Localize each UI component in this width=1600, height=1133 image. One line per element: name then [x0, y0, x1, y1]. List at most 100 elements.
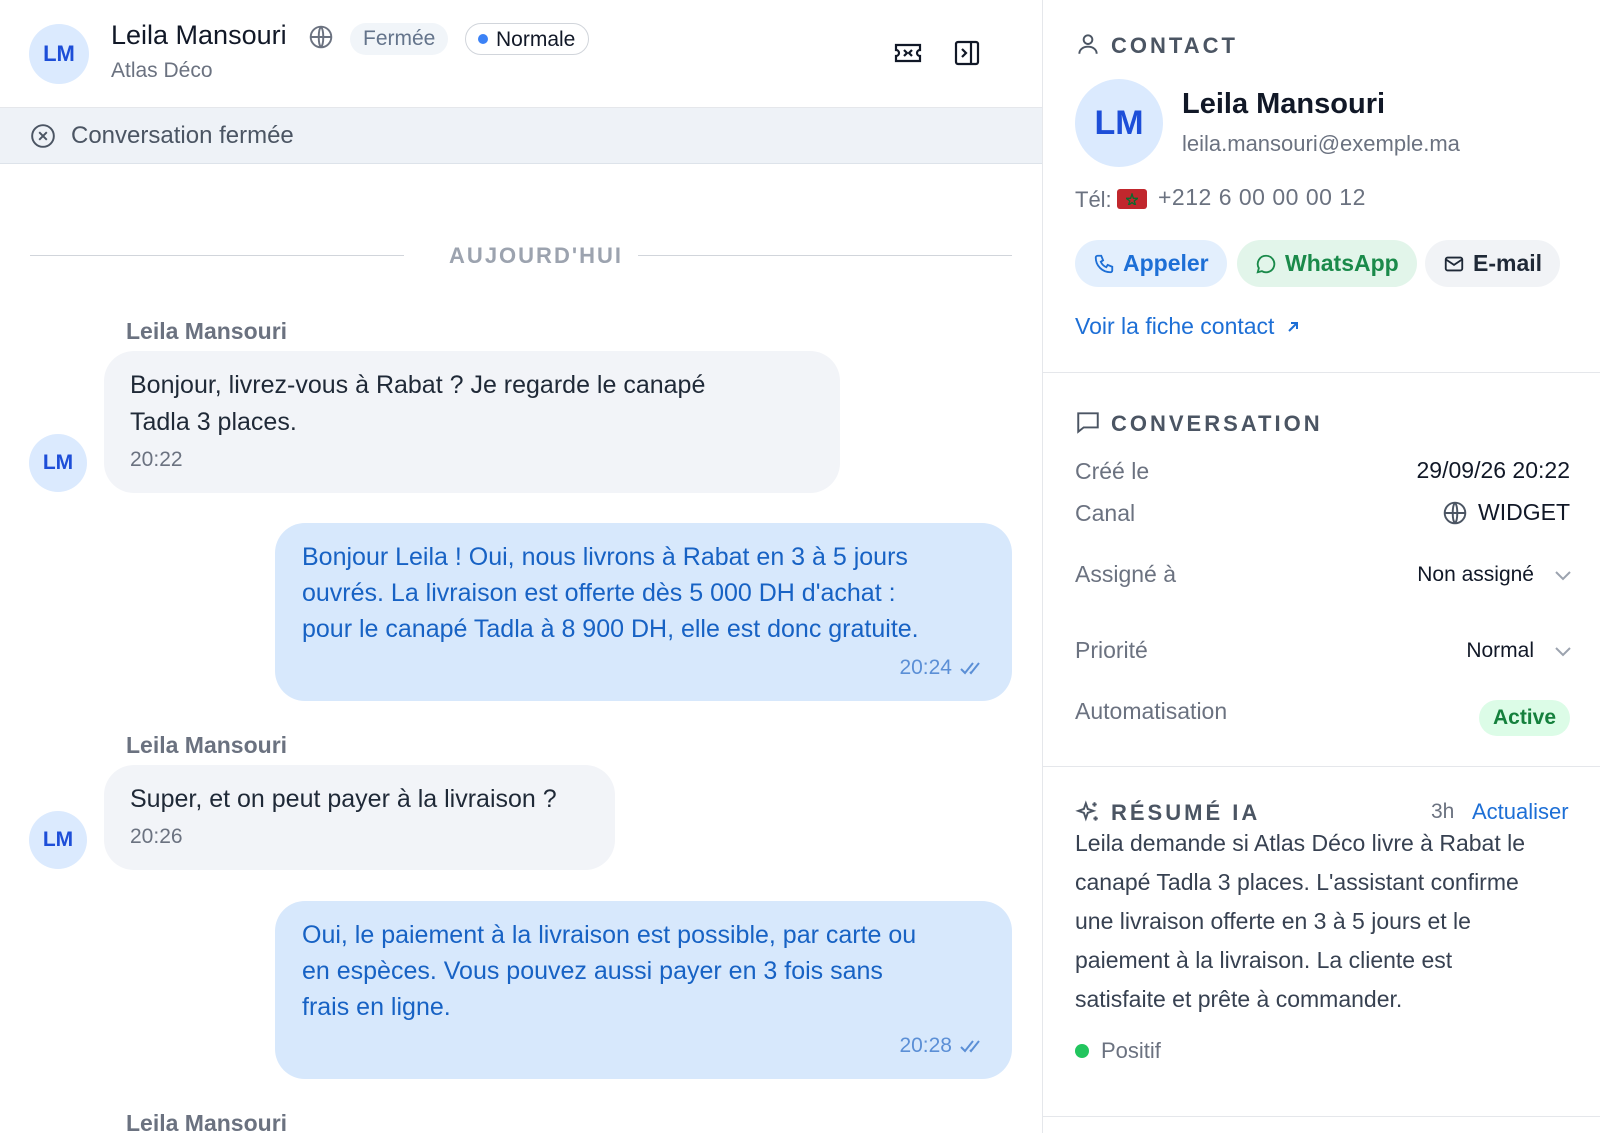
section-divider [1043, 372, 1600, 373]
summary-line: paiement à la livraison. La cliente est [1075, 947, 1453, 973]
message-meta: 20:28 [302, 1031, 986, 1061]
email-button-label: E-mail [1473, 250, 1543, 276]
contact-avatar-large: LM [1075, 79, 1163, 167]
x-circle-icon [31, 124, 55, 148]
ticket-icon [894, 43, 922, 63]
globe-icon [1443, 501, 1467, 524]
conversation-pane: LM Leila Mansouri Fermée Normale Atlas D… [0, 0, 1042, 1133]
contact-name-large: Leila Mansouri [1182, 88, 1386, 120]
message-line: ouvrés. La livraison est offerte dès 5 0… [302, 579, 896, 607]
created-label: Créé le [1075, 458, 1150, 484]
contact-email[interactable]: leila.mansouri@exemple.ma [1182, 131, 1460, 157]
created-value: 29/09/26 20:22 [1416, 457, 1570, 483]
automation-status-badge[interactable]: Active [1478, 700, 1570, 736]
message-time: 20:26 [130, 825, 183, 848]
separator-line [638, 255, 1012, 256]
call-button[interactable]: Appeler [1075, 240, 1227, 287]
morocco-flag-icon [1117, 189, 1147, 209]
read-receipt-icon [960, 1040, 980, 1053]
priority-badge-label: Normale [496, 27, 576, 51]
message-line: en espèces. Vous pouvez aussi payer en 3… [302, 957, 883, 985]
contact-avatar[interactable]: LM [29, 24, 89, 84]
message-sender: Leila Mansouri [126, 732, 288, 758]
sparkles-icon [1075, 800, 1098, 822]
sentiment-dot [1075, 1044, 1089, 1058]
view-contact-link[interactable]: Voir la fiche contact [1075, 313, 1300, 340]
section-divider [1043, 1116, 1600, 1117]
assignee-value: Non assigné [1417, 563, 1534, 586]
priority-badge: Normale [465, 23, 590, 55]
message-bubble-incoming[interactable]: Super, et on peut payer à la livraison ?… [104, 765, 615, 870]
message-avatar: LM [29, 811, 87, 869]
ai-summary-title: RÉSUMÉ IA [1111, 800, 1261, 825]
closed-banner-text: Conversation fermée [71, 122, 294, 149]
ai-summary-age: 3h [1431, 800, 1455, 823]
day-separator-label: AUJOURD'HUI [449, 243, 623, 268]
globe-icon [309, 25, 333, 49]
assignee-select[interactable]: Non assigné [1417, 563, 1572, 587]
message-line: Oui, le paiement à la livraison est poss… [302, 921, 917, 949]
message-time: 20:28 [899, 1034, 952, 1057]
whatsapp-button-label: WhatsApp [1285, 250, 1399, 276]
message-line: Tadla 3 places. [130, 408, 297, 436]
priority-value: Normal [1466, 639, 1534, 662]
message-sender: Leila Mansouri [126, 1110, 288, 1133]
whatsapp-button[interactable]: WhatsApp [1237, 240, 1417, 287]
chevron-down-icon [1555, 647, 1571, 657]
chevron-down-icon [1555, 571, 1571, 581]
panel-right-icon [954, 40, 980, 66]
contact-name: Leila Mansouri [111, 20, 287, 50]
contact-section-title: CONTACT [1111, 33, 1238, 58]
message-sender: Leila Mansouri [126, 318, 288, 344]
channel-value: WIDGET [1478, 499, 1570, 525]
priority-label: Priorité [1075, 637, 1148, 663]
sentiment-label: Positif [1101, 1038, 1161, 1063]
mail-icon [1444, 256, 1464, 271]
external-arrow-icon [1288, 321, 1299, 332]
conversation-section-title: CONVERSATION [1111, 411, 1323, 436]
message-square-icon [1077, 412, 1099, 434]
automation-label: Automatisation [1075, 698, 1228, 724]
separator-line [30, 255, 404, 256]
priority-dot [478, 34, 488, 44]
message-time: 20:22 [130, 448, 183, 471]
contact-phone[interactable]: +212 6 00 00 00 12 [1158, 184, 1366, 211]
email-button[interactable]: E-mail [1425, 240, 1561, 287]
user-icon [1078, 34, 1098, 54]
details-sidebar: CONTACT LM Leila Mansouri leila.mansouri… [1042, 0, 1600, 1133]
message-meta: 20:24 [302, 653, 986, 683]
day-separator: AUJOURD'HUI [30, 238, 1012, 274]
message-avatar: LM [29, 434, 87, 492]
ticket-button[interactable] [891, 36, 925, 70]
toggle-sidebar-button[interactable] [950, 36, 984, 70]
conversation-closed-banner: Conversation fermée [0, 108, 1042, 164]
section-divider [1043, 766, 1600, 767]
message-line: pour le canapé Tadla à 8 900 DH, elle es… [302, 615, 919, 643]
summary-line: satisfaite et prête à commander. [1075, 986, 1403, 1012]
summary-line: une livraison offerte en 3 à 5 jours et … [1075, 908, 1471, 934]
ai-summary-refresh-button[interactable]: Actualiser [1472, 799, 1569, 825]
message-line: Super, et on peut payer à la livraison ? [130, 785, 557, 813]
chat-bubble-icon [1256, 254, 1276, 274]
call-button-label: Appeler [1123, 250, 1209, 276]
assigned-label: Assigné à [1075, 561, 1177, 587]
contact-company: Atlas Déco [111, 59, 213, 82]
ai-summary-text: Leila demande si Atlas Déco livre à Raba… [1075, 824, 1575, 1019]
conversation-header: LM Leila Mansouri Fermée Normale Atlas D… [0, 0, 1042, 108]
summary-line: canapé Tadla 3 places. L'assistant confi… [1075, 869, 1519, 895]
channel-label: Canal [1075, 500, 1136, 526]
message-line: frais en ligne. [302, 993, 451, 1021]
message-bubble-outgoing[interactable]: Bonjour Leila ! Oui, nous livrons à Raba… [275, 523, 1012, 701]
sentiment-indicator: Positif [1075, 1038, 1161, 1064]
message-line: Bonjour, livrez-vous à Rabat ? Je regard… [130, 371, 706, 399]
phone-label: Tél: [1075, 187, 1112, 212]
read-receipt-icon [960, 662, 980, 675]
summary-line: Leila demande si Atlas Déco livre à Raba… [1075, 830, 1526, 856]
phone-icon [1094, 254, 1114, 273]
message-bubble-outgoing[interactable]: Oui, le paiement à la livraison est poss… [275, 901, 1012, 1079]
priority-select[interactable]: Normal [1466, 639, 1572, 663]
view-contact-label: Voir la fiche contact [1075, 313, 1275, 339]
message-bubble-incoming[interactable]: Bonjour, livrez-vous à Rabat ? Je regard… [104, 351, 840, 493]
status-badge: Fermée [350, 23, 449, 55]
message-time: 20:24 [899, 656, 952, 679]
